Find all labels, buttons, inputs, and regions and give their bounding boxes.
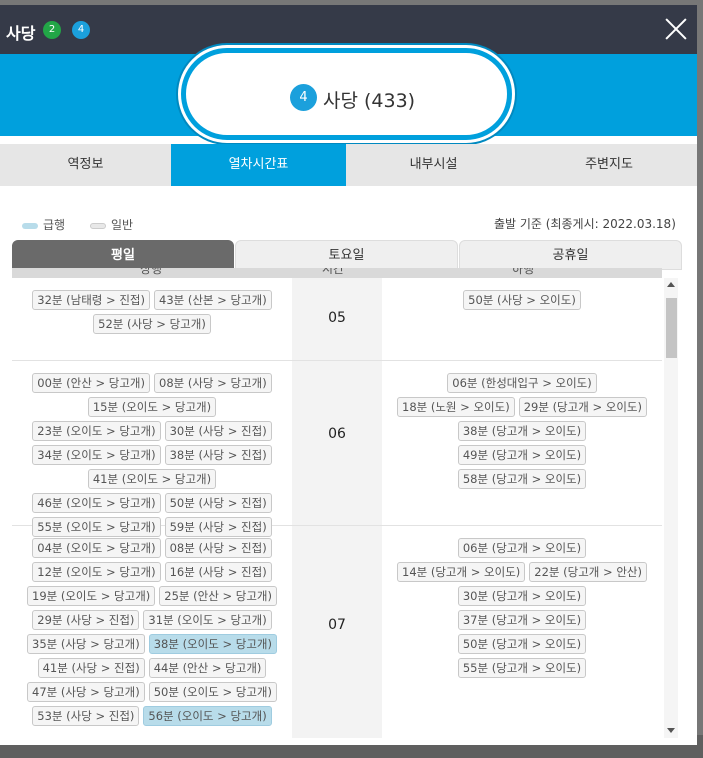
train-chip[interactable]: 06분 (당고개 > 오이도): [457, 538, 587, 558]
train-chip[interactable]: 50분 (오이도 > 당고개): [148, 682, 277, 702]
train-chip[interactable]: 15분 (오이도 > 당고개): [87, 397, 217, 417]
train-chip[interactable]: 46분 (오이도 > 당고개): [32, 493, 161, 513]
train-chip[interactable]: 29분 (사당 > 진접): [32, 610, 140, 630]
train-chip[interactable]: 47분 (사당 > 당고개): [27, 682, 145, 702]
timetable-popup: 사당 2 4 4 사당 (433) 역정보 열차시간표 내부시설 주변지도 급행…: [0, 5, 697, 745]
legend-normal-label: 일반: [111, 218, 134, 232]
train-chip[interactable]: 12분 (오이도 > 당고개): [32, 562, 161, 582]
train-chip[interactable]: 32분 (남태령 > 진접): [32, 290, 150, 310]
normal-swatch: [90, 222, 106, 229]
timetable-grid: 32분 (남태령 > 진접) 43분 (산본 > 당고개) 52분 (사당 > 당고…: [12, 278, 662, 738]
popup-titlebar: 사당 2 4: [0, 5, 697, 54]
train-chip[interactable]: 34분 (오이도 > 당고개): [32, 445, 161, 465]
train-chip[interactable]: 19분 (오이도 > 당고개): [27, 586, 156, 606]
train-chip[interactable]: 23분 (오이도 > 당고개): [32, 421, 161, 441]
train-chip[interactable]: 08분 (사당 > 당고개): [154, 373, 272, 393]
table-header: 상행 시간 하행: [12, 268, 662, 278]
tab-nearby-map[interactable]: 주변지도: [521, 144, 697, 186]
hour-label: 05: [328, 310, 346, 326]
train-chip[interactable]: 38분 (사당 > 진접): [164, 445, 272, 465]
train-chip[interactable]: 37분 (당고개 > 오이도): [457, 610, 587, 630]
tab-timetable[interactable]: 열차시간표: [171, 144, 346, 186]
table-row: 04분 (오이도 > 당고개) 08분 (사당 > 진접) 12분 (오이도 > 당…: [12, 526, 662, 738]
train-chip[interactable]: 25분 (안산 > 당고개): [159, 586, 277, 606]
train-chip[interactable]: 08분 (사당 > 진접): [164, 538, 272, 558]
legend-express-label: 급행: [43, 218, 66, 232]
train-chip[interactable]: 49분 (당고개 > 오이도): [457, 445, 587, 465]
line-2-badge: 2: [43, 21, 61, 39]
train-chip[interactable]: 31분 (오이도 > 당고개): [143, 610, 272, 630]
train-chip[interactable]: 35분 (사당 > 당고개): [27, 634, 145, 654]
tab-facilities[interactable]: 내부시설: [346, 144, 521, 186]
train-chip[interactable]: 50분 (당고개 > 오이도): [457, 634, 587, 654]
station-line-badge: 4: [290, 84, 317, 111]
tab-holiday[interactable]: 공휴일: [459, 240, 682, 270]
tab-weekday[interactable]: 평일: [12, 240, 234, 270]
timetable-basis: 출발 기준 (최종게시: 2022.03.18): [494, 217, 676, 231]
down-trains: 06분 (당고개 > 오이도) 14분 (당고개 > 오이도) 22분 (당고개 >…: [382, 526, 662, 680]
train-chip[interactable]: 00분 (안산 > 당고개): [32, 373, 150, 393]
tab-station-info[interactable]: 역정보: [0, 144, 171, 186]
hour-label: 07: [328, 617, 346, 633]
train-chip[interactable]: 16분 (사당 > 진접): [164, 562, 272, 582]
train-chip[interactable]: 41분 (오이도 > 당고개): [87, 469, 217, 489]
train-chip[interactable]: 29분 (당고개 > 오이도): [518, 397, 647, 417]
train-chip-express[interactable]: 38분 (오이도 > 당고개): [148, 634, 277, 654]
up-trains: 00분 (안산 > 당고개) 08분 (사당 > 당고개) 15분 (오이도 > 당…: [12, 361, 292, 539]
train-chip[interactable]: 41분 (사당 > 진접): [37, 658, 145, 678]
timetable-scrollbar[interactable]: [664, 278, 678, 738]
train-chip-express[interactable]: 56분 (오이도 > 당고개): [143, 706, 272, 726]
train-chip[interactable]: 30분 (당고개 > 오이도): [457, 586, 587, 606]
train-chip[interactable]: 50분 (사당 > 오이도): [463, 290, 581, 310]
legend-normal: 일반: [90, 216, 133, 233]
table-row: 00분 (안산 > 당고개) 08분 (사당 > 당고개) 15분 (오이도 > 당…: [12, 361, 662, 537]
train-chip[interactable]: 52분 (사당 > 당고개): [93, 314, 211, 334]
line-4-badge: 4: [72, 21, 90, 39]
header-down: 하행: [512, 268, 535, 276]
day-tabs: 평일 토요일 공휴일: [12, 240, 682, 270]
train-chip[interactable]: 18분 (노원 > 오이도): [397, 397, 515, 417]
scroll-up-icon[interactable]: [667, 282, 675, 287]
header-up: 상행: [140, 268, 163, 276]
popup-title: 사당: [6, 24, 36, 43]
tab-saturday[interactable]: 토요일: [235, 240, 458, 270]
train-chip[interactable]: 50분 (사당 > 진접): [164, 493, 272, 513]
up-trains: 32분 (남태령 > 진접) 43분 (산본 > 당고개) 52분 (사당 > 당고…: [12, 278, 292, 336]
down-trains: 06분 (한성대입구 > 오이도) 18분 (노원 > 오이도) 29분 (당고개 …: [382, 361, 662, 491]
train-chip[interactable]: 38분 (당고개 > 오이도): [457, 421, 587, 441]
legend-express: 급행: [22, 216, 65, 233]
train-chip[interactable]: 22분 (당고개 > 안산): [529, 562, 647, 582]
train-chip[interactable]: 44분 (안산 > 당고개): [148, 658, 267, 678]
close-icon[interactable]: [662, 15, 690, 43]
down-trains: 50분 (사당 > 오이도): [382, 278, 662, 312]
train-chip[interactable]: 58분 (당고개 > 오이도): [457, 469, 587, 489]
train-chip[interactable]: 43분 (산본 > 당고개): [154, 290, 272, 310]
express-swatch: [22, 222, 38, 229]
header-time: 시간: [322, 268, 345, 276]
train-chip[interactable]: 14분 (당고개 > 오이도): [397, 562, 526, 582]
train-chip[interactable]: 30분 (사당 > 진접): [164, 421, 272, 441]
train-chip[interactable]: 06분 (한성대입구 > 오이도): [447, 373, 597, 393]
train-chip[interactable]: 53분 (사당 > 진접): [32, 706, 140, 726]
train-chip[interactable]: 04분 (오이도 > 당고개): [32, 538, 161, 558]
station-name: 사당 (433): [323, 90, 416, 112]
up-trains: 04분 (오이도 > 당고개) 08분 (사당 > 진접) 12분 (오이도 > 당…: [12, 526, 292, 728]
scroll-down-icon[interactable]: [667, 728, 675, 733]
info-tabs: 역정보 열차시간표 내부시설 주변지도: [0, 144, 697, 186]
scroll-thumb[interactable]: [666, 298, 677, 358]
table-row: 32분 (남태령 > 진접) 43분 (산본 > 당고개) 52분 (사당 > 당고…: [12, 278, 662, 361]
station-pill: 4 사당 (433): [181, 48, 512, 140]
hour-label: 06: [328, 426, 346, 442]
train-chip[interactable]: 55분 (당고개 > 오이도): [457, 658, 587, 678]
